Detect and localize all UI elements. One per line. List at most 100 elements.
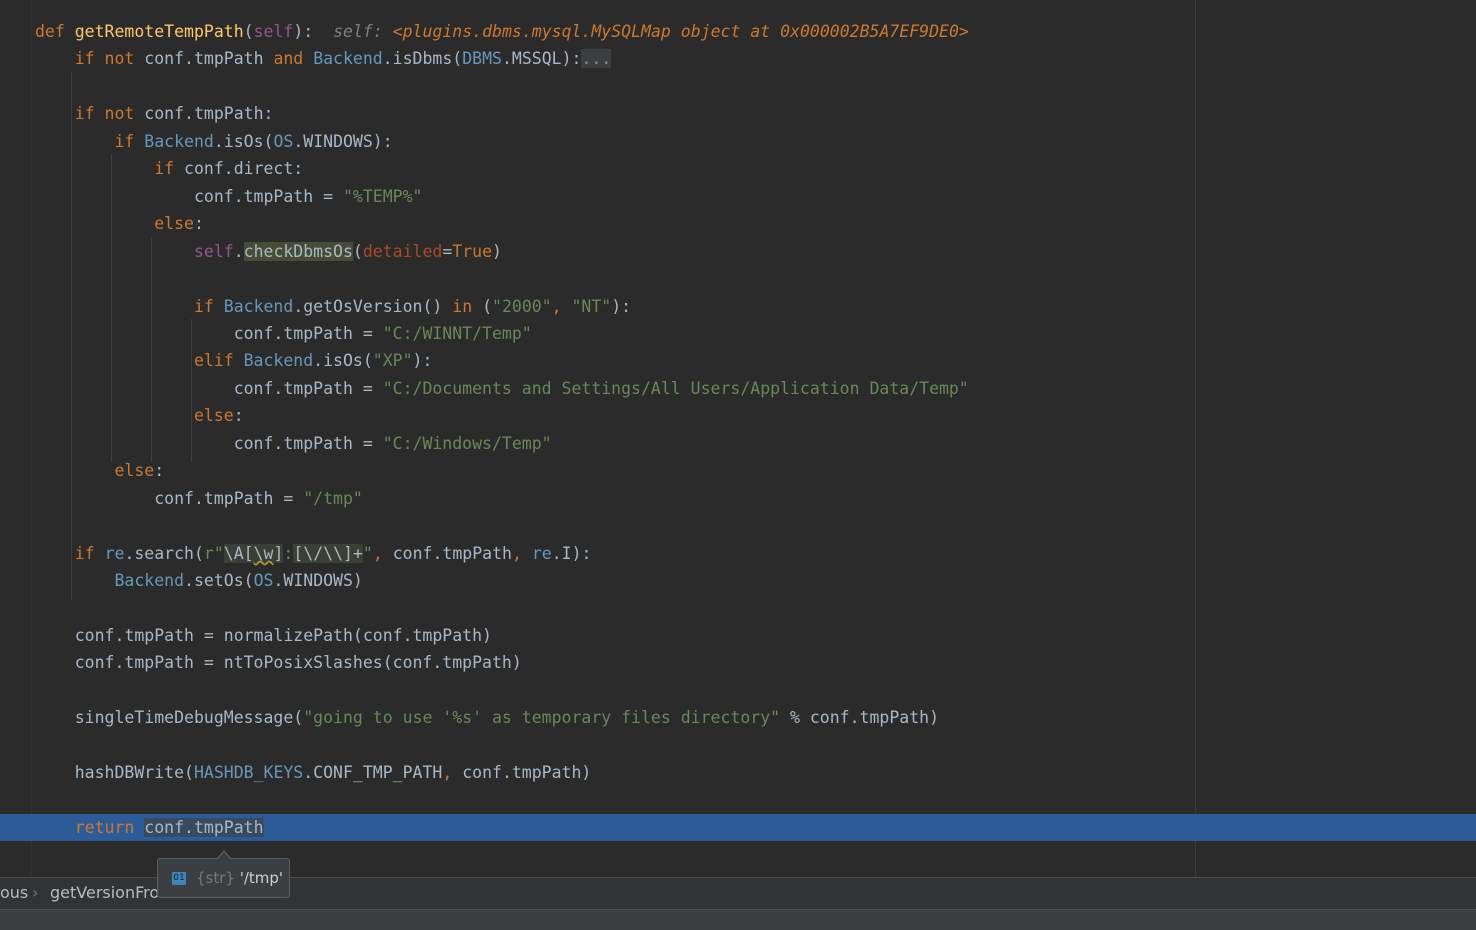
- code-line[interactable]: elif Backend.isOs("XP"):: [0, 347, 1476, 374]
- code-text: else:: [35, 210, 204, 237]
- breadcrumb-item[interactable]: ous: [0, 878, 28, 908]
- code-token: :: [283, 544, 294, 563]
- code-editor[interactable]: def getRemoteTempPath(self): self: <plug…: [0, 0, 1476, 877]
- code-token: ,: [372, 544, 393, 563]
- code-token: (: [482, 297, 493, 316]
- code-token: .getOsVersion(): [293, 297, 453, 316]
- code-token: in: [452, 297, 483, 316]
- code-token: if: [114, 132, 145, 151]
- code-line[interactable]: conf.tmpPath = "C:/WINNT/Temp": [0, 320, 1476, 347]
- code-line[interactable]: [0, 512, 1476, 539]
- code-token: [: [293, 544, 304, 563]
- code-token: "/tmp": [303, 489, 363, 508]
- code-token: self:: [333, 22, 393, 41]
- code-text: conf.tmpPath = "C:/Windows/Temp": [35, 430, 552, 457]
- code-line[interactable]: else:: [0, 210, 1476, 237]
- code-token: re: [531, 544, 552, 563]
- code-token: conf.tmpPath): [462, 763, 592, 782]
- code-token: OS: [253, 571, 274, 590]
- code-text: conf.tmpPath = "/tmp": [35, 485, 363, 512]
- breadcrumb-separator: ›: [32, 883, 39, 902]
- code-token: if not: [74, 49, 145, 68]
- code-text: hashDBWrite(HASHDB_KEYS.CONF_TMP_PATH, c…: [35, 759, 592, 786]
- code-text: if Backend.isOs(OS.WINDOWS):: [35, 128, 392, 155]
- code-text: if conf.direct:: [35, 155, 303, 182]
- code-line[interactable]: conf.tmpPath = "C:/Windows/Temp": [0, 430, 1476, 457]
- code-token: self: [193, 242, 234, 261]
- code-token: conf.tmpPath: [392, 544, 512, 563]
- code-token: ]: [273, 544, 284, 563]
- code-line[interactable]: [0, 265, 1476, 292]
- code-line[interactable]: [0, 594, 1476, 621]
- code-line[interactable]: if not conf.tmpPath:: [0, 100, 1476, 127]
- code-token: ...: [581, 49, 612, 68]
- code-text: if not conf.tmpPath and Backend.isDbms(D…: [35, 45, 612, 72]
- code-line[interactable]: if not conf.tmpPath and Backend.isDbms(D…: [0, 45, 1476, 72]
- code-line[interactable]: return conf.tmpPath: [0, 814, 1476, 841]
- code-token: if: [74, 544, 105, 563]
- code-token: conf.tmpPath:: [144, 104, 274, 123]
- code-token: self: [253, 22, 294, 41]
- code-line[interactable]: conf.tmpPath = "/tmp": [0, 485, 1476, 512]
- code-text: Backend.setOs(OS.WINDOWS): [35, 567, 362, 594]
- code-token: conf.tmpPath = ntToPosixSlashes(conf.tmp…: [74, 653, 522, 672]
- code-line[interactable]: conf.tmpPath = normalizePath(conf.tmpPat…: [0, 622, 1476, 649]
- code-token: ,: [511, 544, 532, 563]
- code-token: .I):: [551, 544, 592, 563]
- code-token: r": [203, 544, 224, 563]
- code-token: \\: [323, 544, 344, 563]
- code-text: conf.tmpPath = ntToPosixSlashes(conf.tmp…: [35, 649, 522, 676]
- code-line[interactable]: [0, 73, 1476, 100]
- code-text: if re.search(r"\A[\w]:[\/\\]+", conf.tmp…: [35, 540, 591, 567]
- code-token: "NT": [571, 297, 612, 316]
- code-line[interactable]: Backend.setOs(OS.WINDOWS): [0, 567, 1476, 594]
- code-token: .setOs(: [184, 571, 254, 590]
- code-token: else: [193, 406, 234, 425]
- code-token: <plugins.dbms.mysql.MySQLMap object at 0…: [392, 22, 969, 41]
- code-token: conf.tmpPath =: [233, 324, 383, 343]
- code-text: elif Backend.isOs("XP"):: [35, 347, 432, 374]
- code-token: Backend: [223, 297, 294, 316]
- code-line[interactable]: hashDBWrite(HASHDB_KEYS.CONF_TMP_PATH, c…: [0, 759, 1476, 786]
- code-token: \w: [253, 544, 274, 563]
- code-line[interactable]: def getRemoteTempPath(self): self: <plug…: [0, 18, 1476, 45]
- code-token: conf.tmpPath: [144, 818, 264, 837]
- code-token: conf.tmpPath = normalizePath(conf.tmpPat…: [74, 626, 492, 645]
- code-token: and: [273, 49, 314, 68]
- code-line[interactable]: if conf.direct:: [0, 155, 1476, 182]
- code-line[interactable]: [0, 787, 1476, 814]
- code-line[interactable]: if Backend.getOsVersion() in ("2000", "N…: [0, 293, 1476, 320]
- code-token: .isOs(: [213, 132, 274, 151]
- code-line[interactable]: singleTimeDebugMessage("going to use '%s…: [0, 704, 1476, 731]
- code-token: DBMS: [462, 49, 502, 68]
- code-line[interactable]: conf.tmpPath = "%TEMP%": [0, 183, 1476, 210]
- code-line[interactable]: conf.tmpPath = ntToPosixSlashes(conf.tmp…: [0, 649, 1476, 676]
- code-token: :: [233, 406, 244, 425]
- code-text: return conf.tmpPath: [35, 814, 264, 841]
- code-line[interactable]: else:: [0, 402, 1476, 429]
- code-line[interactable]: if Backend.isOs(OS.WINDOWS):: [0, 128, 1476, 155]
- code-token: HASHDB_KEYS: [193, 763, 304, 782]
- code-line[interactable]: else:: [0, 457, 1476, 484]
- code-token: :: [154, 461, 165, 480]
- code-token: Backend: [114, 571, 185, 590]
- code-token: ,: [442, 763, 463, 782]
- code-token: True: [452, 242, 493, 261]
- code-line[interactable]: [0, 732, 1476, 759]
- code-line[interactable]: [0, 677, 1476, 704]
- code-token: ):: [293, 22, 334, 41]
- code-token: ": [362, 544, 373, 563]
- status-bar: [0, 909, 1476, 930]
- code-line[interactable]: self.checkDbmsOs(detailed=True): [0, 238, 1476, 265]
- code-token: ):: [611, 297, 632, 316]
- code-token: .CONF_TMP_PATH: [303, 763, 443, 782]
- code-line[interactable]: conf.tmpPath = "C:/Documents and Setting…: [0, 375, 1476, 402]
- code-line[interactable]: if re.search(r"\A[\w]:[\/\\]+", conf.tmp…: [0, 540, 1476, 567]
